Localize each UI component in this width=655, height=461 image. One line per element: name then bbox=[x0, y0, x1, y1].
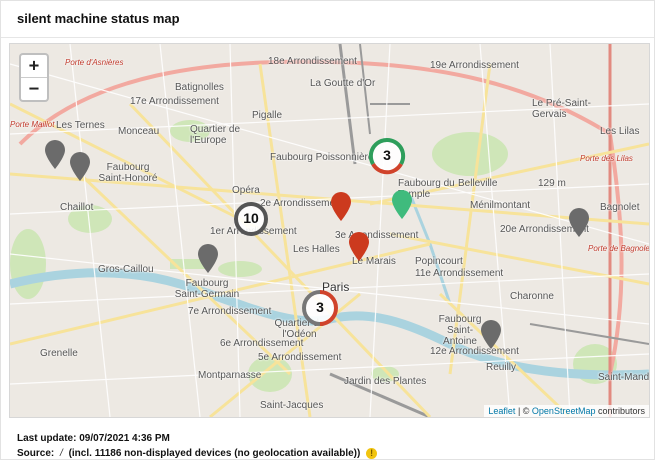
device-marker-green[interactable] bbox=[391, 190, 413, 220]
map-label: Porte de Bagnolet bbox=[588, 244, 650, 253]
map-label: Les Ternes bbox=[56, 120, 105, 131]
map-label: Opéra bbox=[232, 185, 260, 196]
map-card: silent machine status map + − Porte d'As… bbox=[0, 0, 655, 460]
map-label: 17e Arrondissement bbox=[130, 96, 219, 107]
map-label: Les Lilas bbox=[600, 126, 640, 137]
last-update-label: Last update: bbox=[17, 433, 77, 444]
map-label: 129 m bbox=[538, 178, 566, 189]
map-label: Quartier de l'Europe bbox=[190, 124, 241, 146]
device-marker-grey[interactable] bbox=[69, 152, 91, 182]
attribution-suffix: contributors bbox=[595, 406, 645, 416]
source-label: Source: bbox=[17, 448, 55, 459]
map-label: Reuilly bbox=[486, 362, 517, 373]
cluster-marker[interactable]: 3 bbox=[301, 289, 339, 327]
map-label: Faubourg Poissonnière bbox=[270, 152, 374, 163]
cluster-marker[interactable]: 10 bbox=[231, 199, 271, 239]
map-label: Les Halles bbox=[293, 244, 340, 255]
device-marker-red[interactable] bbox=[348, 232, 370, 262]
map-label: Saint-Jacques bbox=[260, 400, 324, 411]
map-label: Le Pré-Saint-Gervais bbox=[532, 98, 591, 120]
header-divider bbox=[1, 37, 654, 38]
map-label: Gros-Caillou bbox=[98, 264, 154, 275]
map-footer: Last update: 09/07/2021 4:36 PM Source: … bbox=[17, 431, 378, 461]
map-label: Popincourt bbox=[415, 256, 463, 267]
map-label: Porte d'Asnières bbox=[65, 58, 124, 67]
cluster-marker[interactable]: 3 bbox=[368, 137, 406, 175]
map-label: Montparnasse bbox=[198, 370, 262, 381]
map-label: 12e Arrondissement bbox=[430, 346, 519, 357]
map-label: La Goutte d'Or bbox=[310, 78, 376, 89]
map-label: Porte des Lilas bbox=[580, 154, 633, 163]
last-update-value: 09/07/2021 4:36 PM bbox=[79, 433, 170, 444]
map-attribution: Leaflet | © OpenStreetMap contributors bbox=[484, 405, 649, 417]
map-label: Jardin des Plantes bbox=[344, 376, 427, 387]
cluster-count: 3 bbox=[383, 147, 391, 163]
map-label: Bagnolet bbox=[600, 202, 640, 213]
cluster-count: 10 bbox=[243, 210, 259, 226]
map-label: 7e Arrondissement bbox=[188, 306, 272, 317]
osm-link[interactable]: OpenStreetMap bbox=[532, 406, 596, 416]
map-label: Monceau bbox=[118, 126, 160, 137]
page-title: silent machine status map bbox=[17, 11, 180, 26]
map-label: 5e Arrondissement bbox=[258, 352, 342, 363]
map-label: 6e Arrondissement bbox=[220, 338, 304, 349]
device-marker-grey[interactable] bbox=[480, 320, 502, 350]
source-text: (incl. 11186 non-displayed devices (no g… bbox=[68, 448, 361, 459]
zoom-in-button[interactable]: + bbox=[21, 55, 47, 78]
source-row: Source: / (incl. 11186 non-displayed dev… bbox=[17, 446, 378, 461]
map-label: Belleville bbox=[458, 178, 498, 189]
map-label: 19e Arrondissement bbox=[430, 60, 519, 71]
map-label: Ménilmontant bbox=[470, 200, 531, 211]
map-label: Batignolles bbox=[175, 82, 224, 93]
map-label: Faubourg Saint-Honoré bbox=[98, 162, 158, 184]
attribution-separator: | © bbox=[515, 406, 532, 416]
map-label: Pigalle bbox=[252, 110, 283, 121]
warning-icon[interactable]: ! bbox=[366, 447, 378, 459]
map-label: Charonne bbox=[510, 291, 554, 302]
zoom-control: + − bbox=[19, 53, 49, 102]
device-marker-red[interactable] bbox=[330, 192, 352, 222]
map-view[interactable]: + − Porte d'Asnières 18e Arrondissement … bbox=[9, 43, 650, 418]
map-label: Chaillot bbox=[60, 202, 94, 213]
map-label: 11e Arrondissement bbox=[415, 268, 504, 279]
map-label: Saint-Mandé bbox=[598, 372, 650, 383]
last-update-row: Last update: 09/07/2021 4:36 PM bbox=[17, 431, 377, 446]
leaflet-link[interactable]: Leaflet bbox=[488, 406, 515, 416]
cluster-count: 3 bbox=[316, 299, 324, 315]
zoom-out-button[interactable]: − bbox=[21, 78, 47, 100]
map-label: Grenelle bbox=[40, 348, 78, 359]
map-label: Faubourg Saint-Germain bbox=[174, 278, 240, 300]
map-label: Porte Maillot bbox=[10, 120, 55, 129]
device-marker-grey[interactable] bbox=[197, 244, 219, 274]
source-icon[interactable]: / bbox=[60, 446, 63, 461]
device-marker-grey[interactable] bbox=[44, 140, 66, 170]
map-label: 18e Arrondissement bbox=[268, 56, 357, 67]
device-marker-grey[interactable] bbox=[568, 208, 590, 238]
